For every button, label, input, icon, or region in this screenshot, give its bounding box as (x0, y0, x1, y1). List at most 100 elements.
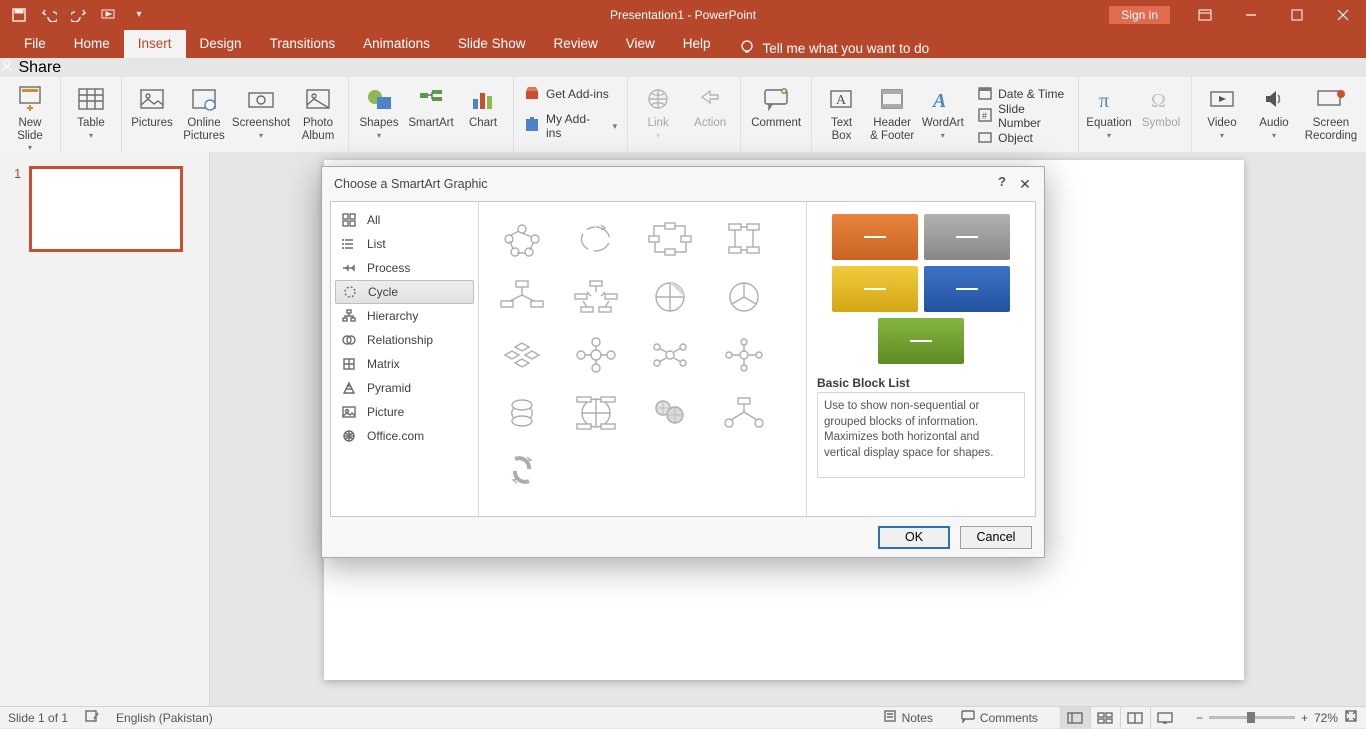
gallery-item[interactable] (635, 212, 705, 266)
wordart-button[interactable]: A WordArt ▾ (919, 81, 966, 140)
equation-button[interactable]: π Equation ▾ (1085, 81, 1133, 140)
category-hierarchy[interactable]: Hierarchy (331, 304, 478, 328)
object-button[interactable]: Object (974, 127, 1072, 149)
ok-button[interactable]: OK (878, 526, 950, 549)
slide-sorter-view-button[interactable] (1090, 707, 1120, 729)
category-cycle[interactable]: Cycle (335, 280, 474, 304)
slide-counter[interactable]: Slide 1 of 1 (8, 711, 68, 725)
gallery-item[interactable] (709, 270, 779, 324)
gallery-item[interactable] (561, 270, 631, 324)
thumbnail-pane[interactable]: 1 (0, 152, 210, 706)
category-office-com[interactable]: Office.com (331, 424, 478, 448)
chart-button[interactable]: Chart (459, 81, 507, 130)
screen-recording-button[interactable]: Screen Recording (1302, 81, 1360, 142)
zoom-level[interactable]: 72% (1314, 711, 1338, 725)
reading-view-button[interactable] (1120, 707, 1150, 729)
shapes-label: Shapes (359, 117, 398, 130)
tab-transitions[interactable]: Transitions (256, 30, 350, 58)
pictures-button[interactable]: Pictures (128, 81, 176, 130)
category-pyramid[interactable]: Pyramid (331, 376, 478, 400)
gallery-item[interactable] (709, 328, 779, 382)
gallery-item[interactable] (635, 270, 705, 324)
get-addins-button[interactable]: Get Add-ins (520, 83, 621, 105)
gallery-item[interactable] (709, 386, 779, 440)
gallery-item[interactable] (487, 270, 557, 324)
sign-in-button[interactable]: Sign in (1109, 6, 1170, 24)
notes-button[interactable]: Notes (877, 709, 939, 726)
tab-design[interactable]: Design (186, 30, 256, 58)
maximize-button[interactable] (1274, 0, 1320, 29)
gallery-item[interactable] (709, 212, 779, 266)
zoom-in-button[interactable]: + (1301, 711, 1308, 725)
spell-check-icon[interactable] (84, 709, 100, 726)
tab-animations[interactable]: Animations (349, 30, 444, 58)
tab-file[interactable]: File (10, 30, 60, 58)
ribbon-tabs: File Home Insert Design Transitions Anim… (0, 29, 1366, 58)
tab-help[interactable]: Help (669, 30, 725, 58)
gallery-item[interactable] (561, 212, 631, 266)
start-from-beginning-icon[interactable] (98, 4, 120, 26)
smartart-gallery[interactable] (479, 202, 807, 516)
zoom-out-button[interactable]: − (1196, 711, 1203, 725)
qat-customize-icon[interactable]: ▾ (128, 4, 150, 26)
tab-insert[interactable]: Insert (124, 30, 186, 58)
language-status[interactable]: English (Pakistan) (116, 711, 213, 725)
text-box-button[interactable]: A Text Box (818, 81, 865, 142)
category-picture[interactable]: Picture (331, 400, 478, 424)
link-button[interactable]: Link ▾ (634, 81, 682, 140)
slideshow-view-button[interactable] (1150, 707, 1180, 729)
tell-me-search[interactable]: Tell me what you want to do (725, 39, 930, 58)
tab-review[interactable]: Review (539, 30, 611, 58)
dialog-close-button[interactable]: ✕ (1014, 173, 1036, 195)
audio-button[interactable]: Audio ▾ (1250, 81, 1298, 140)
slide-thumbnail[interactable] (29, 166, 183, 252)
online-pictures-button[interactable]: Online Pictures (180, 81, 228, 142)
slide-number-button[interactable]: #Slide Number (974, 105, 1072, 127)
minimize-button[interactable] (1228, 0, 1274, 29)
action-button[interactable]: Action (686, 81, 734, 130)
fit-to-window-button[interactable] (1344, 709, 1358, 726)
tab-home[interactable]: Home (60, 30, 124, 58)
my-addins-button[interactable]: My Add-ins▾ (520, 115, 621, 137)
pyramid-icon (341, 380, 357, 396)
smartart-button[interactable]: SmartArt (407, 81, 455, 130)
gallery-item[interactable] (561, 386, 631, 440)
screenshot-button[interactable]: Screenshot ▾ (232, 81, 290, 140)
normal-view-button[interactable] (1060, 707, 1090, 729)
thumbnail-number: 1 (14, 166, 21, 252)
tab-view[interactable]: View (612, 30, 669, 58)
close-button[interactable] (1320, 0, 1366, 29)
preview-graphic (817, 212, 1025, 372)
gallery-item[interactable] (487, 444, 557, 498)
shapes-button[interactable]: Shapes ▾ (355, 81, 403, 140)
save-icon[interactable] (8, 4, 30, 26)
gallery-item[interactable] (487, 212, 557, 266)
cancel-button[interactable]: Cancel (960, 526, 1032, 549)
undo-icon[interactable] (38, 4, 60, 26)
header-footer-button[interactable]: Header & Footer (869, 81, 916, 142)
gallery-item[interactable] (635, 328, 705, 382)
gallery-item[interactable] (561, 328, 631, 382)
gallery-item[interactable] (487, 386, 557, 440)
ribbon-display-options-icon[interactable] (1182, 0, 1228, 29)
category-label: Matrix (367, 357, 400, 371)
gallery-item[interactable] (635, 386, 705, 440)
new-slide-button[interactable]: New Slide ▾ (6, 81, 54, 153)
symbol-button[interactable]: Ω Symbol (1137, 81, 1185, 130)
table-button[interactable]: Table ▾ (67, 81, 115, 140)
tab-slideshow[interactable]: Slide Show (444, 30, 540, 58)
gallery-item[interactable] (487, 328, 557, 382)
comment-button[interactable]: Comment (747, 81, 805, 130)
comments-button[interactable]: Comments (955, 709, 1044, 726)
category-all[interactable]: All (331, 208, 478, 232)
category-list-item[interactable]: List (331, 232, 478, 256)
photo-album-button[interactable]: Photo Album (294, 81, 342, 142)
category-relationship[interactable]: Relationship (331, 328, 478, 352)
redo-icon[interactable] (68, 4, 90, 26)
dialog-help-button[interactable]: ? (998, 174, 1006, 189)
zoom-slider[interactable] (1209, 716, 1295, 719)
video-button[interactable]: Video ▾ (1198, 81, 1246, 140)
share-button[interactable]: Share (0, 58, 1366, 77)
category-matrix[interactable]: Matrix (331, 352, 478, 376)
category-process[interactable]: Process (331, 256, 478, 280)
